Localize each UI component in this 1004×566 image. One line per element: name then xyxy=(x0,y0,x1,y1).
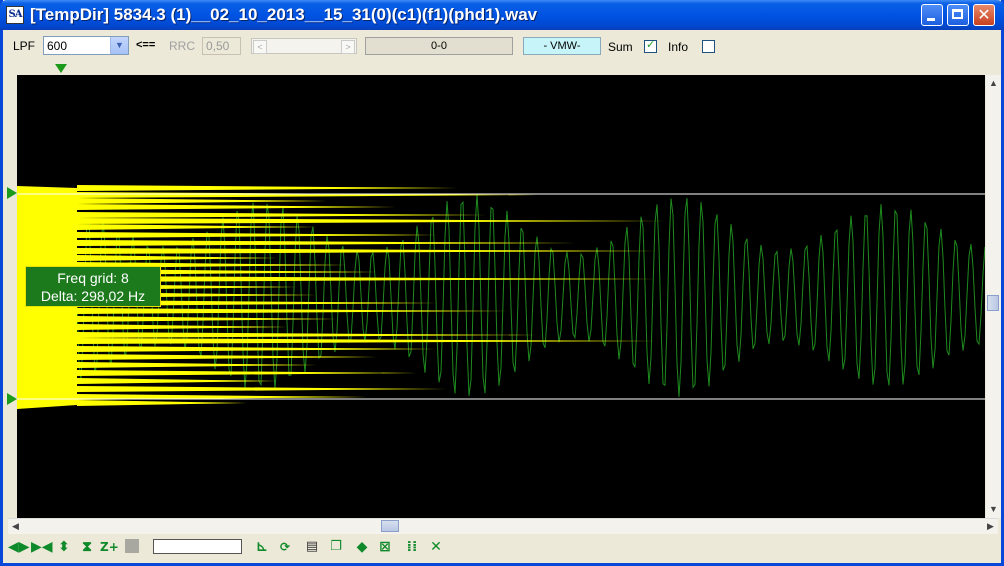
grid-icon[interactable]: ⁞⁞ xyxy=(403,538,421,556)
close-button[interactable]: ✕ xyxy=(973,4,995,26)
scroll-left-icon[interactable]: ◀ xyxy=(9,520,22,533)
sum-label: Sum xyxy=(608,40,633,54)
expand-horizontal-icon[interactable]: ◀▶ xyxy=(8,538,30,556)
spectrum-spike xyxy=(77,185,457,191)
rrc-input[interactable]: 0,50 xyxy=(202,37,241,55)
bottom-toolbar: ◀▶ ▶◀ ⬍ ⧗ Z+ ⊾ ⟳ ▤ ❐ ◆ ⊠ ⁞⁞ ✕ xyxy=(0,534,998,560)
slider-left-arrow-icon[interactable]: < xyxy=(253,40,267,54)
refresh-icon[interactable]: ⟳ xyxy=(276,538,294,556)
window-title: [TempDir] 5834.3 (1)__02_10_2013__15_31(… xyxy=(30,5,538,24)
spectrum-spike xyxy=(77,338,657,344)
bottom-status-field[interactable] xyxy=(153,539,242,554)
step-icon[interactable]: ⊾ xyxy=(253,538,271,556)
scroll-right-icon[interactable]: ▶ xyxy=(984,520,997,533)
info-label: Info xyxy=(668,40,689,54)
frequency-info-overlay: Freq grid: 8 Delta: 298,02 Hz xyxy=(25,266,161,307)
crosshair-icon[interactable]: ✕ xyxy=(427,538,445,556)
spectrum-spike xyxy=(77,354,377,360)
lpf-label: LPF xyxy=(13,39,36,53)
spectrum-spike xyxy=(77,204,397,210)
scroll-down-icon[interactable]: ▼ xyxy=(987,503,1000,516)
spectrum-spike xyxy=(77,248,657,254)
range-status: 0-0 xyxy=(365,37,513,55)
diamond-icon[interactable]: ◆ xyxy=(353,538,371,556)
expand-vertical-icon[interactable]: ⬍ xyxy=(55,538,73,556)
spectrum-spike xyxy=(77,218,667,224)
rrc-label: RRC xyxy=(169,39,195,53)
print-icon[interactable]: ▤ xyxy=(303,538,321,556)
vertical-scroll-thumb[interactable] xyxy=(987,295,999,311)
collapse-vertical-icon[interactable]: ⧗ xyxy=(78,538,96,556)
left-ruler xyxy=(3,64,15,532)
info-checkbox[interactable] xyxy=(702,40,715,53)
spectrum-spike xyxy=(77,232,437,238)
title-bar[interactable]: SA [TempDir] 5834.3 (1)__02_10_2013__15_… xyxy=(0,0,1004,30)
spectrogram-plot[interactable] xyxy=(17,75,985,518)
maximize-icon xyxy=(952,9,963,19)
spectrum-spike xyxy=(77,386,447,392)
sum-checkbox[interactable] xyxy=(644,38,657,53)
spectrum-spike xyxy=(77,362,317,368)
apply-arrow-button[interactable]: <== xyxy=(136,39,155,51)
fit-icon[interactable]: ⊠ xyxy=(376,538,394,556)
frequency-marker-icon[interactable] xyxy=(55,64,67,74)
app-icon[interactable]: SA xyxy=(6,6,24,24)
scroll-up-icon[interactable]: ▲ xyxy=(987,77,1000,90)
spectrum-spike xyxy=(77,378,277,384)
lpf-select[interactable]: 600 ▼ xyxy=(43,36,129,55)
spectrum-spike xyxy=(77,192,537,198)
spectrum-spike xyxy=(77,324,287,330)
rrc-slider[interactable]: < > xyxy=(251,38,357,54)
spectrum-spike xyxy=(77,370,417,376)
vertical-scrollbar[interactable]: ▲ ▼ xyxy=(986,75,1001,518)
horizontal-scroll-thumb[interactable] xyxy=(381,520,399,532)
chevron-down-icon[interactable]: ▼ xyxy=(110,37,128,54)
top-toolbar: LPF 600 ▼ <== RRC 0,50 < > 0-0 - VMW- Su… xyxy=(3,30,1001,62)
copy-icon[interactable]: ❐ xyxy=(327,538,345,556)
collapse-horizontal-icon[interactable]: ▶◀ xyxy=(31,538,53,556)
spectrum-spike xyxy=(77,255,277,261)
maximize-button[interactable] xyxy=(947,4,969,26)
upper-marker-icon[interactable] xyxy=(7,187,17,199)
spectrum-spike xyxy=(77,198,327,204)
spectrum-spike xyxy=(77,316,337,322)
freq-grid-text: Freq grid: 8 xyxy=(57,270,129,286)
lower-marker-icon[interactable] xyxy=(7,393,17,405)
mode-indicator[interactable]: - VMW- xyxy=(523,37,601,55)
slider-right-arrow-icon[interactable]: > xyxy=(341,40,355,54)
spectrum-spike xyxy=(77,400,247,406)
lpf-value: 600 xyxy=(47,39,68,53)
minimize-button[interactable] xyxy=(921,4,943,26)
minimize-icon xyxy=(927,18,935,21)
signal-canvas[interactable] xyxy=(17,75,985,518)
delta-text: Delta: 298,02 Hz xyxy=(40,288,146,304)
zoom-plus-icon[interactable]: Z+ xyxy=(100,538,119,556)
stop-square-icon[interactable] xyxy=(125,539,139,553)
spectrum-spike xyxy=(77,346,437,352)
horizontal-scrollbar[interactable]: ◀ ▶ xyxy=(8,518,998,534)
